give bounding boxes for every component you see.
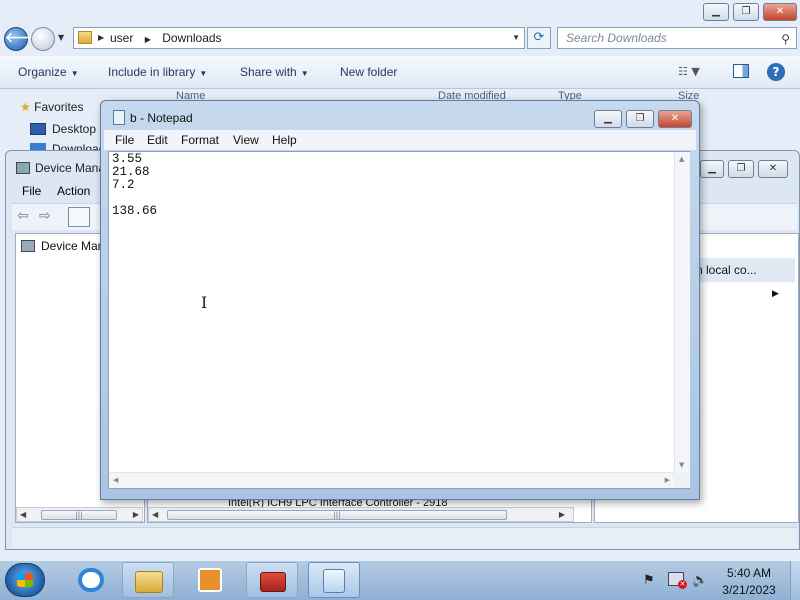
notepad-text-area[interactable]: 3.55 21.68 7.2 138.66 [108,151,690,489]
notepad-menu-format[interactable]: Format [181,133,219,147]
chevron-down-icon: ▼ [300,69,309,78]
recent-pages-dropdown-icon[interactable]: ▼ [58,33,64,42]
explorer-close-button[interactable]: ✕ [763,3,797,21]
network-icon[interactable]: ✕ [668,572,687,589]
taskbar-media-player[interactable] [184,562,236,598]
actions-header[interactable]: n local co... [690,258,795,282]
notepad-size-grip[interactable] [674,472,690,488]
folder-icon [135,571,163,593]
notepad-icon [113,110,125,125]
clock-date[interactable]: 3/21/2023 [718,583,780,597]
taskbar-notepad[interactable] [308,562,360,598]
search-placeholder: Search Downloads [566,31,667,45]
notepad-icon [323,569,345,593]
clock-time[interactable]: 5:40 AM [718,566,780,580]
search-icon: ⚲ [781,32,790,46]
forward-arrow-icon[interactable]: ⇨ [39,208,51,224]
scroll-right-icon: ▶ [664,476,670,484]
devmgr-maximize-button[interactable]: ❐ [728,160,754,178]
forward-button[interactable] [31,27,55,51]
toolbox-icon [260,572,286,592]
show-desktop-button[interactable] [790,561,800,600]
back-arrow-icon[interactable]: ⇦ [17,208,29,224]
chevron-down-icon: ▼ [70,69,79,78]
address-dropdown-icon[interactable]: ▼ [512,28,520,48]
address-bar[interactable]: ▶ user ▶ Downloads ▼ [73,27,525,49]
devmgr-menu-action[interactable]: Action [57,184,90,198]
show-hide-tree-icon[interactable] [68,207,90,227]
scroll-thumb: ||| [167,510,507,520]
explorer-maximize-button[interactable]: ❐ [733,3,759,21]
volume-muted-icon[interactable]: 🔈 [692,573,708,588]
action-center-flag-icon[interactable]: ⚑ [643,573,655,588]
explorer-minimize-button[interactable]: ▁ [703,3,729,21]
notepad-minimize-button[interactable]: ▁ [594,110,622,128]
notepad-close-button[interactable]: ✕ [658,110,692,128]
notepad-menu-file[interactable]: File [115,133,134,147]
devmgr-close-button[interactable]: ✕ [758,160,788,178]
media-player-icon [198,568,222,592]
scroll-left-icon: ◀ [152,510,159,519]
chevron-right-icon[interactable]: ▶ [772,289,779,299]
chevron-down-icon: ▼ [199,69,208,78]
devmgr-menu-file[interactable]: File [22,184,41,198]
notepad-content[interactable]: 3.55 21.68 7.2 138.66 [112,153,157,218]
breadcrumb-downloads[interactable]: Downloads [162,31,221,45]
desktop-icon [30,123,46,135]
taskbar-internet-explorer[interactable] [66,562,118,598]
devmgr-status-bar [12,527,797,549]
windows-logo-icon [17,573,33,587]
star-icon: ★ [20,100,31,114]
breadcrumb-separator-icon: ▶ [144,35,151,44]
breadcrumb-separator-icon: ▶ [98,33,105,42]
notepad-horizontal-scrollbar[interactable]: ◀ ▶ [109,472,674,488]
scroll-thumb: ||| [41,510,117,520]
computer-icon [21,240,35,252]
refresh-icon[interactable]: ⟳ [527,27,551,49]
notepad-menu-help[interactable]: Help [272,133,297,147]
list-horizontal-scrollbar[interactable]: ◀ ||| ▶ [148,507,574,522]
scroll-up-icon: ▲ [679,155,685,163]
device-manager-icon [16,162,30,174]
scroll-right-icon: ▶ [558,510,565,519]
tree-root-item[interactable]: Device Manager on local computer [21,239,101,253]
new-folder-button[interactable]: New folder [340,65,397,79]
folder-icon [78,31,92,44]
notepad-vertical-scrollbar[interactable]: ▲ ▼ [674,152,690,472]
tree-horizontal-scrollbar[interactable]: ◀ ||| ▶ [16,507,143,522]
notepad-maximize-button[interactable]: ❐ [626,110,654,128]
breadcrumb-user[interactable]: user [110,31,133,45]
help-icon[interactable]: ? [767,63,785,81]
organize-button[interactable]: Organize ▼ [18,65,79,79]
share-with-button[interactable]: Share with ▼ [240,65,309,79]
include-in-library-button[interactable]: Include in library ▼ [108,65,207,79]
notepad-menu-view[interactable]: View [233,133,259,147]
internet-explorer-icon [78,568,104,592]
notepad-title: b - Notepad [130,111,193,125]
scroll-left-icon: ◀ [20,510,27,519]
scroll-right-icon: ▶ [132,510,139,519]
notepad-menu-edit[interactable]: Edit [147,133,168,147]
back-button[interactable]: 🡐 [4,27,43,51]
devmgr-minimize-button[interactable]: ▁ [700,160,724,178]
start-button[interactable] [5,563,45,597]
scroll-down-icon: ▼ [679,461,685,469]
scroll-left-icon: ◀ [113,476,119,484]
change-view-icon[interactable]: ☷ ▼ [678,65,700,78]
taskbar-device-manager[interactable] [246,562,298,598]
text-cursor-icon: I [201,293,208,312]
taskbar-windows-explorer[interactable] [122,562,174,598]
preview-pane-icon[interactable] [733,64,749,78]
nav-desktop[interactable]: Desktop [30,122,96,136]
nav-favorites[interactable]: ★ Favorites [20,100,83,114]
search-input[interactable]: Search Downloads ⚲ [557,27,797,49]
network-error-icon: ✕ [678,580,687,589]
